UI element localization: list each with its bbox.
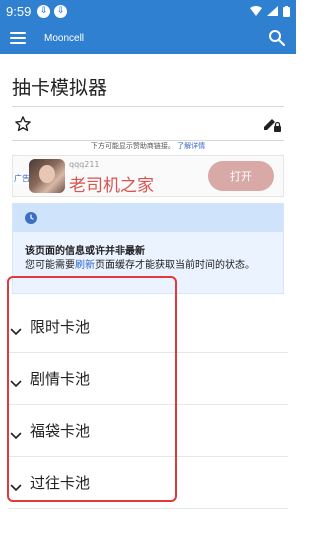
- pool-item-story[interactable]: 剧情卡池: [8, 353, 288, 405]
- wifi-icon: [250, 6, 262, 16]
- ad-headline: 老司机之家: [69, 176, 154, 196]
- pool-label: 福袋卡池: [30, 422, 91, 440]
- ad-banner[interactable]: 广告 qqq211 老司机之家 打开: [12, 155, 284, 197]
- pool-item-past[interactable]: 过往卡池: [8, 457, 288, 509]
- page-title: 抽卡模拟器: [12, 77, 108, 99]
- pool-item-lucky-bag[interactable]: 福袋卡池: [8, 405, 288, 457]
- ad-learn-more-link[interactable]: 了解详情: [177, 142, 205, 150]
- refresh-link[interactable]: 刷新: [75, 260, 95, 271]
- notice-header: [13, 204, 283, 232]
- notice-text-before: 您可能需要: [25, 260, 75, 271]
- chevron-down-icon: [10, 380, 22, 387]
- ad-small-text: qqq211: [69, 160, 100, 169]
- chevron-down-icon: [10, 432, 22, 439]
- pool-label: 剧情卡池: [30, 370, 91, 388]
- notice-text-after: 页面缓存才能获取当前时间的状态。: [95, 260, 255, 271]
- notice-title: 该页面的信息或许并非最新: [25, 246, 145, 257]
- status-time: 9:59: [6, 3, 32, 19]
- ad-open-button[interactable]: 打开: [208, 161, 274, 191]
- download-notification-icon: ⇩: [37, 4, 51, 18]
- menu-icon[interactable]: [10, 32, 26, 44]
- pool-item-limited[interactable]: 限时卡池: [8, 301, 288, 353]
- ad-avatar: [29, 159, 65, 193]
- app-bar: Mooncell: [0, 22, 296, 54]
- ad-notice-text: 下方可能显示赞助商链接。: [90, 142, 175, 150]
- notice-text: 您可能需要刷新页面缓存才能获取当前时间的状态。: [25, 258, 283, 273]
- ad-notice: 下方可能显示赞助商链接。 了解详情: [0, 141, 296, 151]
- chevron-down-icon: [10, 328, 22, 335]
- divider: [12, 106, 284, 107]
- download-notification-icon-2: ⇩: [54, 4, 68, 18]
- status-bar: 9:59 ⇩ ⇩: [0, 0, 296, 22]
- battery-icon: [283, 5, 290, 17]
- pool-label: 过往卡池: [30, 474, 91, 492]
- chevron-down-icon: [10, 484, 22, 491]
- edit-lock-icon[interactable]: [262, 114, 282, 134]
- clock-icon: [25, 212, 37, 224]
- search-icon[interactable]: [268, 29, 286, 47]
- app-title[interactable]: Mooncell: [44, 33, 84, 44]
- pool-label: 限时卡池: [30, 318, 91, 336]
- star-icon[interactable]: [14, 115, 32, 133]
- signal-icon: [267, 6, 278, 16]
- outdated-notice: 该页面的信息或许并非最新 您可能需要刷新页面缓存才能获取当前时间的状态。: [12, 203, 284, 294]
